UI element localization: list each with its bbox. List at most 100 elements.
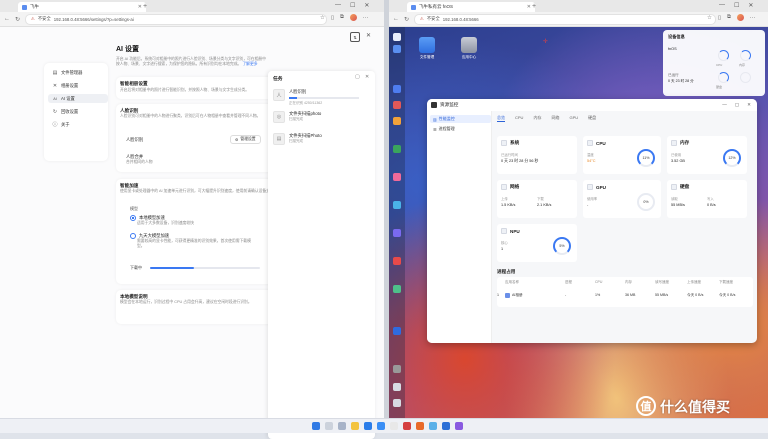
dock-app-icon[interactable] (393, 117, 401, 125)
back-arrow-icon[interactable]: ← (393, 16, 399, 22)
network-card[interactable]: 网络 上传 1.5 KB/s 下载 2.1 KB/s (497, 180, 577, 218)
new-tab-button[interactable]: + (143, 3, 147, 10)
dock-app-icon[interactable] (393, 145, 401, 153)
close-tab-icon[interactable]: ✕ (138, 4, 142, 10)
extensions-icon[interactable]: ⧉ (340, 14, 344, 21)
app-icon[interactable] (390, 422, 398, 430)
dock-files-icon[interactable] (393, 45, 401, 53)
memory-card[interactable]: 内存 已使用 3.52 GB 12% (667, 136, 747, 174)
tab-cpu[interactable]: CPU (515, 115, 523, 122)
tab-settings[interactable]: 飞牛 ✕ (18, 2, 146, 12)
dock-app-icon[interactable] (393, 257, 401, 265)
tab-disk[interactable]: 硬盘 (588, 115, 596, 122)
task-item[interactable]: ◎ 文件夹扫描photo 扫描完成 (273, 111, 370, 127)
file-manager-icon: ▤ (52, 69, 58, 76)
network-ring-icon (740, 72, 751, 83)
search-icon[interactable] (325, 422, 333, 430)
maximize-button[interactable]: ☐ (734, 2, 739, 9)
refresh-icon[interactable]: ↻ (404, 16, 409, 23)
dock-app-icon[interactable] (393, 85, 401, 93)
close-window-button[interactable]: ✕ (364, 2, 369, 9)
dock-app-icon[interactable] (393, 365, 401, 373)
dock-app-icon[interactable] (393, 173, 401, 181)
monitor-sidebar: ▥ 性能监控 ☰ 进程管理 (427, 111, 492, 343)
maximize-button[interactable]: ☐ (350, 2, 355, 9)
tab-memory[interactable]: 内存 (533, 115, 541, 122)
explorer-icon[interactable] (351, 422, 359, 430)
dock-app-icon[interactable] (393, 201, 401, 209)
app-icon[interactable] (442, 422, 450, 430)
sidebar-item-recycle[interactable]: ↻ 回收设置 (48, 107, 108, 116)
tab-fnos[interactable]: 飞牛私有云 fnOS ✕ (407, 2, 535, 12)
dock-settings-icon[interactable] (393, 383, 401, 391)
star-icon[interactable]: ☆ (707, 15, 712, 21)
new-tab-button[interactable]: + (532, 3, 536, 10)
app-icon[interactable] (455, 422, 463, 430)
task-list-icon[interactable]: ⇅ (350, 32, 360, 42)
maximize-icon[interactable]: ▢ (735, 102, 739, 108)
sidebar-item-process[interactable]: ☰ 进程管理 (430, 125, 491, 133)
radio-selected-icon[interactable] (130, 215, 136, 221)
npu-card[interactable]: NPU 核心 1 5% (497, 224, 577, 262)
radio-unselected-icon[interactable] (130, 233, 136, 239)
sidebar-item-file-manager[interactable]: ▤ 文件管理器 (48, 68, 108, 77)
menu-icon[interactable]: ⋯ (750, 15, 756, 21)
close-panel-icon[interactable]: ✕ (365, 74, 369, 80)
split-screen-icon[interactable]: ▯ (718, 15, 721, 21)
dock-app-icon[interactable] (393, 327, 401, 335)
dock-menu-icon[interactable] (393, 33, 401, 41)
card-value: 3.52 GB (671, 159, 685, 163)
window-titlebar[interactable]: 资源监控 — ▢ ✕ (427, 99, 757, 111)
app-icon[interactable] (403, 422, 411, 430)
dock-app-icon[interactable] (393, 101, 401, 109)
minimize-button[interactable]: — (719, 2, 725, 9)
app-icon[interactable] (416, 422, 424, 430)
close-tab-icon[interactable]: ✕ (527, 4, 531, 10)
avatar[interactable] (349, 14, 357, 21)
learn-more-link[interactable]: 了解更多 (242, 62, 257, 66)
menu-icon[interactable]: ⋯ (363, 15, 369, 21)
cpu-card[interactable]: CPU 温度 54°C 11% (583, 136, 661, 174)
sidebar-item-about[interactable]: ⓘ 关于 (48, 120, 108, 129)
avatar[interactable] (736, 14, 744, 21)
app-center-icon[interactable] (461, 37, 477, 53)
task-item[interactable]: ▤ 文件夹扫描Photo 扫描完成 (273, 133, 370, 149)
edge-icon[interactable] (364, 422, 372, 430)
sidebar-item-performance[interactable]: ▥ 性能监控 (430, 115, 491, 123)
task-panel: 任务 ▢ ✕ 人 人脸识别 正在识别 4250/11362 ◎ 文件夹扫描pho… (268, 71, 375, 439)
refresh-icon[interactable]: ↻ (15, 16, 20, 23)
sidebar-item-album[interactable]: ✕ 相册设置 (48, 81, 108, 90)
tab-network[interactable]: 网络 (551, 115, 559, 122)
minimize-panel-icon[interactable]: ▢ (355, 74, 360, 80)
star-icon[interactable]: ☆ (320, 15, 325, 21)
manage-settings-button[interactable]: ⚙ 管理设置 (230, 135, 261, 144)
close-settings-icon[interactable]: ✕ (366, 32, 371, 39)
back-arrow-icon[interactable]: ← (4, 16, 10, 22)
system-card[interactable]: 系统 已运行时间 0 天 23 时 28 分 56 秒 (497, 136, 577, 174)
dock-user-icon[interactable] (393, 399, 401, 407)
minimize-icon[interactable]: — (722, 102, 727, 108)
dock-app-icon[interactable] (393, 285, 401, 293)
task-item[interactable]: 人 人脸识别 正在识别 4250/11362 (273, 89, 370, 105)
store-icon[interactable] (377, 422, 385, 430)
app-icon[interactable] (429, 422, 437, 430)
dock-app-icon[interactable] (393, 229, 401, 237)
start-menu-icon[interactable] (312, 422, 320, 430)
card-value: 0 B/s (707, 203, 716, 207)
address-bar[interactable]: ⚠ 不安全 192.168.0.48:5666 (414, 13, 717, 25)
gpu-card[interactable]: GPU 使用率 - 0% (583, 180, 661, 218)
device-info-widget[interactable]: 设备信息 fnOS 已运行 0 天 23 时 28 分 CPU 内存 硬盘 (663, 30, 765, 96)
close-icon[interactable]: ✕ (747, 102, 751, 108)
close-window-button[interactable]: ✕ (748, 2, 753, 9)
minimize-button[interactable]: — (335, 2, 341, 9)
tab-overview[interactable]: 总览 (497, 115, 505, 122)
task-view-icon[interactable] (338, 422, 346, 430)
table-row[interactable]: 1 AI相册 - 1% 36 MB 55 MB/s 今天 0 B/s 今天 0 … (497, 293, 753, 298)
tab-gpu[interactable]: GPU (569, 115, 578, 122)
file-manager-icon[interactable] (419, 37, 435, 53)
extensions-icon[interactable]: ⧉ (727, 14, 731, 21)
sidebar-item-ai[interactable]: AI AI 设置 (48, 94, 108, 103)
address-bar[interactable]: ⚠ 不安全 192.168.0.48:5666/settings/?p=sett… (25, 13, 328, 25)
disk-card[interactable]: 硬盘 读取 55 MB/s 写入 0 B/s (667, 180, 747, 218)
split-screen-icon[interactable]: ▯ (331, 15, 334, 21)
